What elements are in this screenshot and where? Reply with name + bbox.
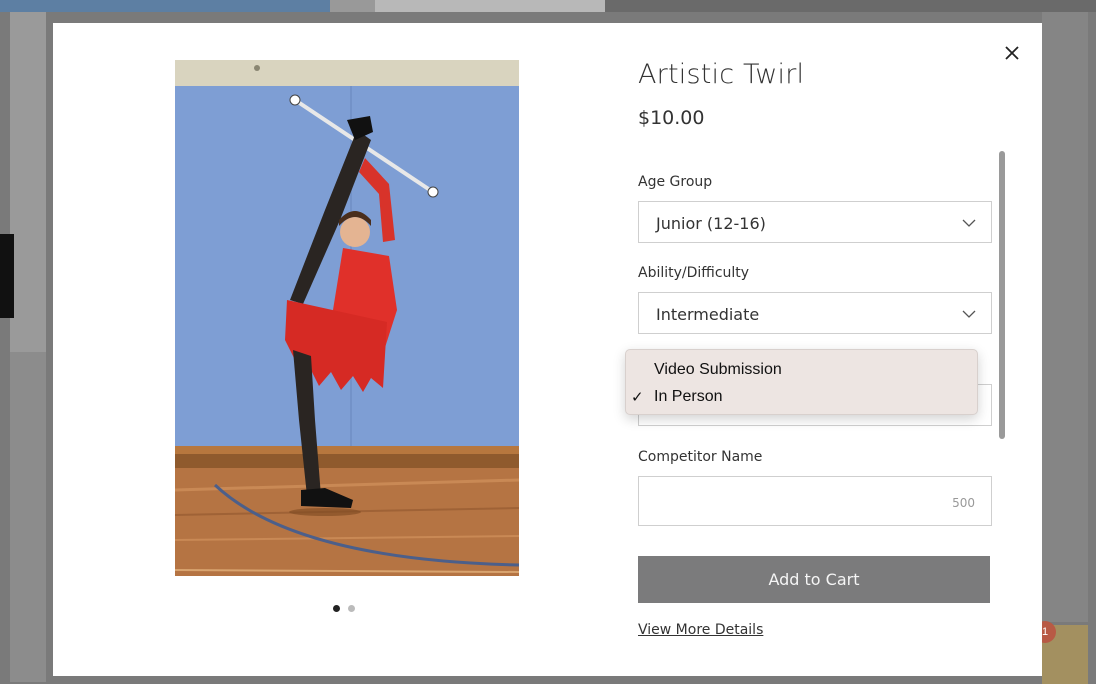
chevron-down-icon bbox=[962, 310, 976, 318]
product-image[interactable] bbox=[175, 60, 519, 576]
competitor-name-input[interactable]: 500 bbox=[638, 476, 992, 526]
product-photo bbox=[175, 60, 519, 576]
add-to-cart-button[interactable]: Add to Cart bbox=[638, 556, 990, 603]
format-dropdown-menu: Video Submission ✓ In Person bbox=[625, 349, 978, 415]
option-label: In Person bbox=[654, 388, 723, 405]
background-product-card bbox=[10, 352, 46, 682]
age-group-select[interactable]: Junior (12-16) bbox=[638, 201, 992, 243]
close-button[interactable] bbox=[1000, 41, 1024, 65]
background-banner bbox=[330, 0, 375, 12]
char-limit-counter: 500 bbox=[952, 496, 975, 510]
dropdown-option-video-submission[interactable]: Video Submission bbox=[626, 357, 977, 383]
image-pagination bbox=[333, 605, 355, 612]
pagination-dot[interactable] bbox=[333, 605, 340, 612]
pagination-dot[interactable] bbox=[348, 605, 355, 612]
age-group-value: Junior (12-16) bbox=[656, 214, 766, 233]
ability-label: Ability/Difficulty bbox=[638, 265, 750, 281]
competitor-name-label: Competitor Name bbox=[638, 449, 763, 465]
dropdown-option-in-person[interactable]: ✓ In Person bbox=[626, 384, 977, 410]
background-banner bbox=[605, 0, 1096, 12]
background-badge bbox=[0, 234, 14, 318]
view-more-details-link[interactable]: View More Details bbox=[638, 622, 763, 638]
ability-select[interactable]: Intermediate bbox=[638, 292, 992, 334]
ability-value: Intermediate bbox=[656, 305, 760, 324]
background-product-card bbox=[10, 12, 46, 352]
product-price: $10.00 bbox=[638, 107, 705, 129]
age-group-label: Age Group bbox=[638, 174, 713, 190]
checkmark-icon: ✓ bbox=[631, 389, 644, 406]
close-icon bbox=[1005, 46, 1019, 60]
background-banner bbox=[0, 0, 330, 12]
background-banner bbox=[375, 0, 605, 12]
option-label: Video Submission bbox=[654, 361, 782, 378]
scrollbar[interactable] bbox=[999, 151, 1005, 439]
background-product-card bbox=[1042, 12, 1088, 622]
chevron-down-icon bbox=[962, 219, 976, 227]
product-title: Artistic Twirl bbox=[638, 59, 805, 90]
